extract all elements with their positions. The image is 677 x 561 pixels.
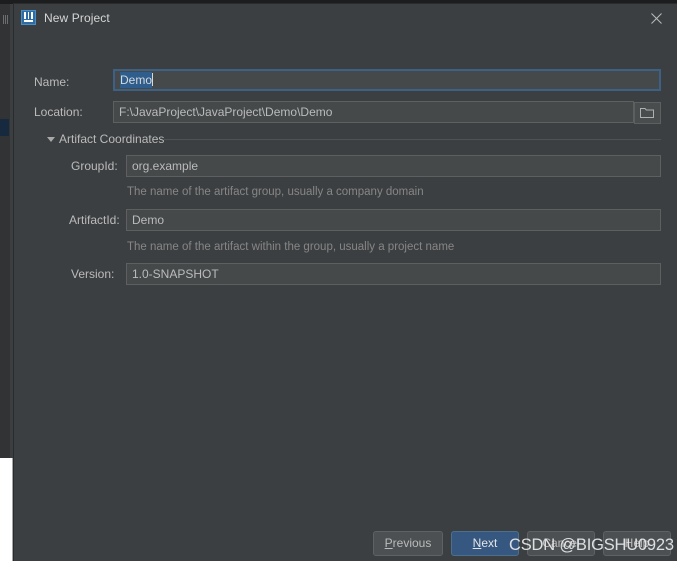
groupid-label: GroupId: xyxy=(71,159,118,173)
groupid-helper-text: The name of the artifact group, usually … xyxy=(127,186,424,198)
background-selected-toolwindow-tab xyxy=(0,119,9,136)
location-label: Location: xyxy=(34,105,83,119)
previous-button[interactable]: Previous xyxy=(373,531,443,556)
groupid-input[interactable]: org.example xyxy=(126,155,661,177)
background-bottom-panel xyxy=(0,458,12,561)
dialog-content: Name: Demo Location: F:\JavaProject\Java… xyxy=(14,31,677,561)
previous-button-mnemonic: P xyxy=(384,536,393,550)
name-input[interactable]: Demo xyxy=(113,69,661,91)
name-label: Name: xyxy=(34,75,70,89)
section-divider xyxy=(164,139,661,140)
dialog-title: New Project xyxy=(44,11,110,25)
next-button-label: ext xyxy=(481,536,498,550)
intellij-idea-icon xyxy=(21,10,36,25)
location-input[interactable]: F:\JavaProject\JavaProject\Demo\Demo xyxy=(113,101,634,123)
artifactid-input[interactable]: Demo xyxy=(126,209,661,231)
background-left-toolwindow-gutter xyxy=(0,4,10,501)
version-input[interactable]: 1.0-SNAPSHOT xyxy=(126,263,661,285)
dialog-titlebar: New Project xyxy=(14,4,677,31)
new-project-dialog: New Project Name: Demo Location: F:\Java… xyxy=(14,4,677,561)
previous-button-label: revious xyxy=(392,536,432,550)
artifactid-helper-text: The name of the artifact within the grou… xyxy=(127,241,455,253)
version-label: Version: xyxy=(71,267,115,281)
csdn-watermark: CSDN @BIGSHU0923 xyxy=(509,536,674,554)
text-caret xyxy=(152,73,154,86)
chevron-down-icon[interactable] xyxy=(47,137,55,142)
gutter-grip-icon xyxy=(3,15,8,24)
artifact-coordinates-label: Artifact Coordinates xyxy=(59,132,165,146)
name-input-value: Demo xyxy=(120,72,153,88)
close-icon[interactable] xyxy=(635,4,677,31)
artifactid-label: ArtifactId: xyxy=(69,213,120,227)
artifact-coordinates-section-header[interactable]: Artifact Coordinates xyxy=(34,132,661,146)
folder-icon[interactable] xyxy=(634,102,661,124)
